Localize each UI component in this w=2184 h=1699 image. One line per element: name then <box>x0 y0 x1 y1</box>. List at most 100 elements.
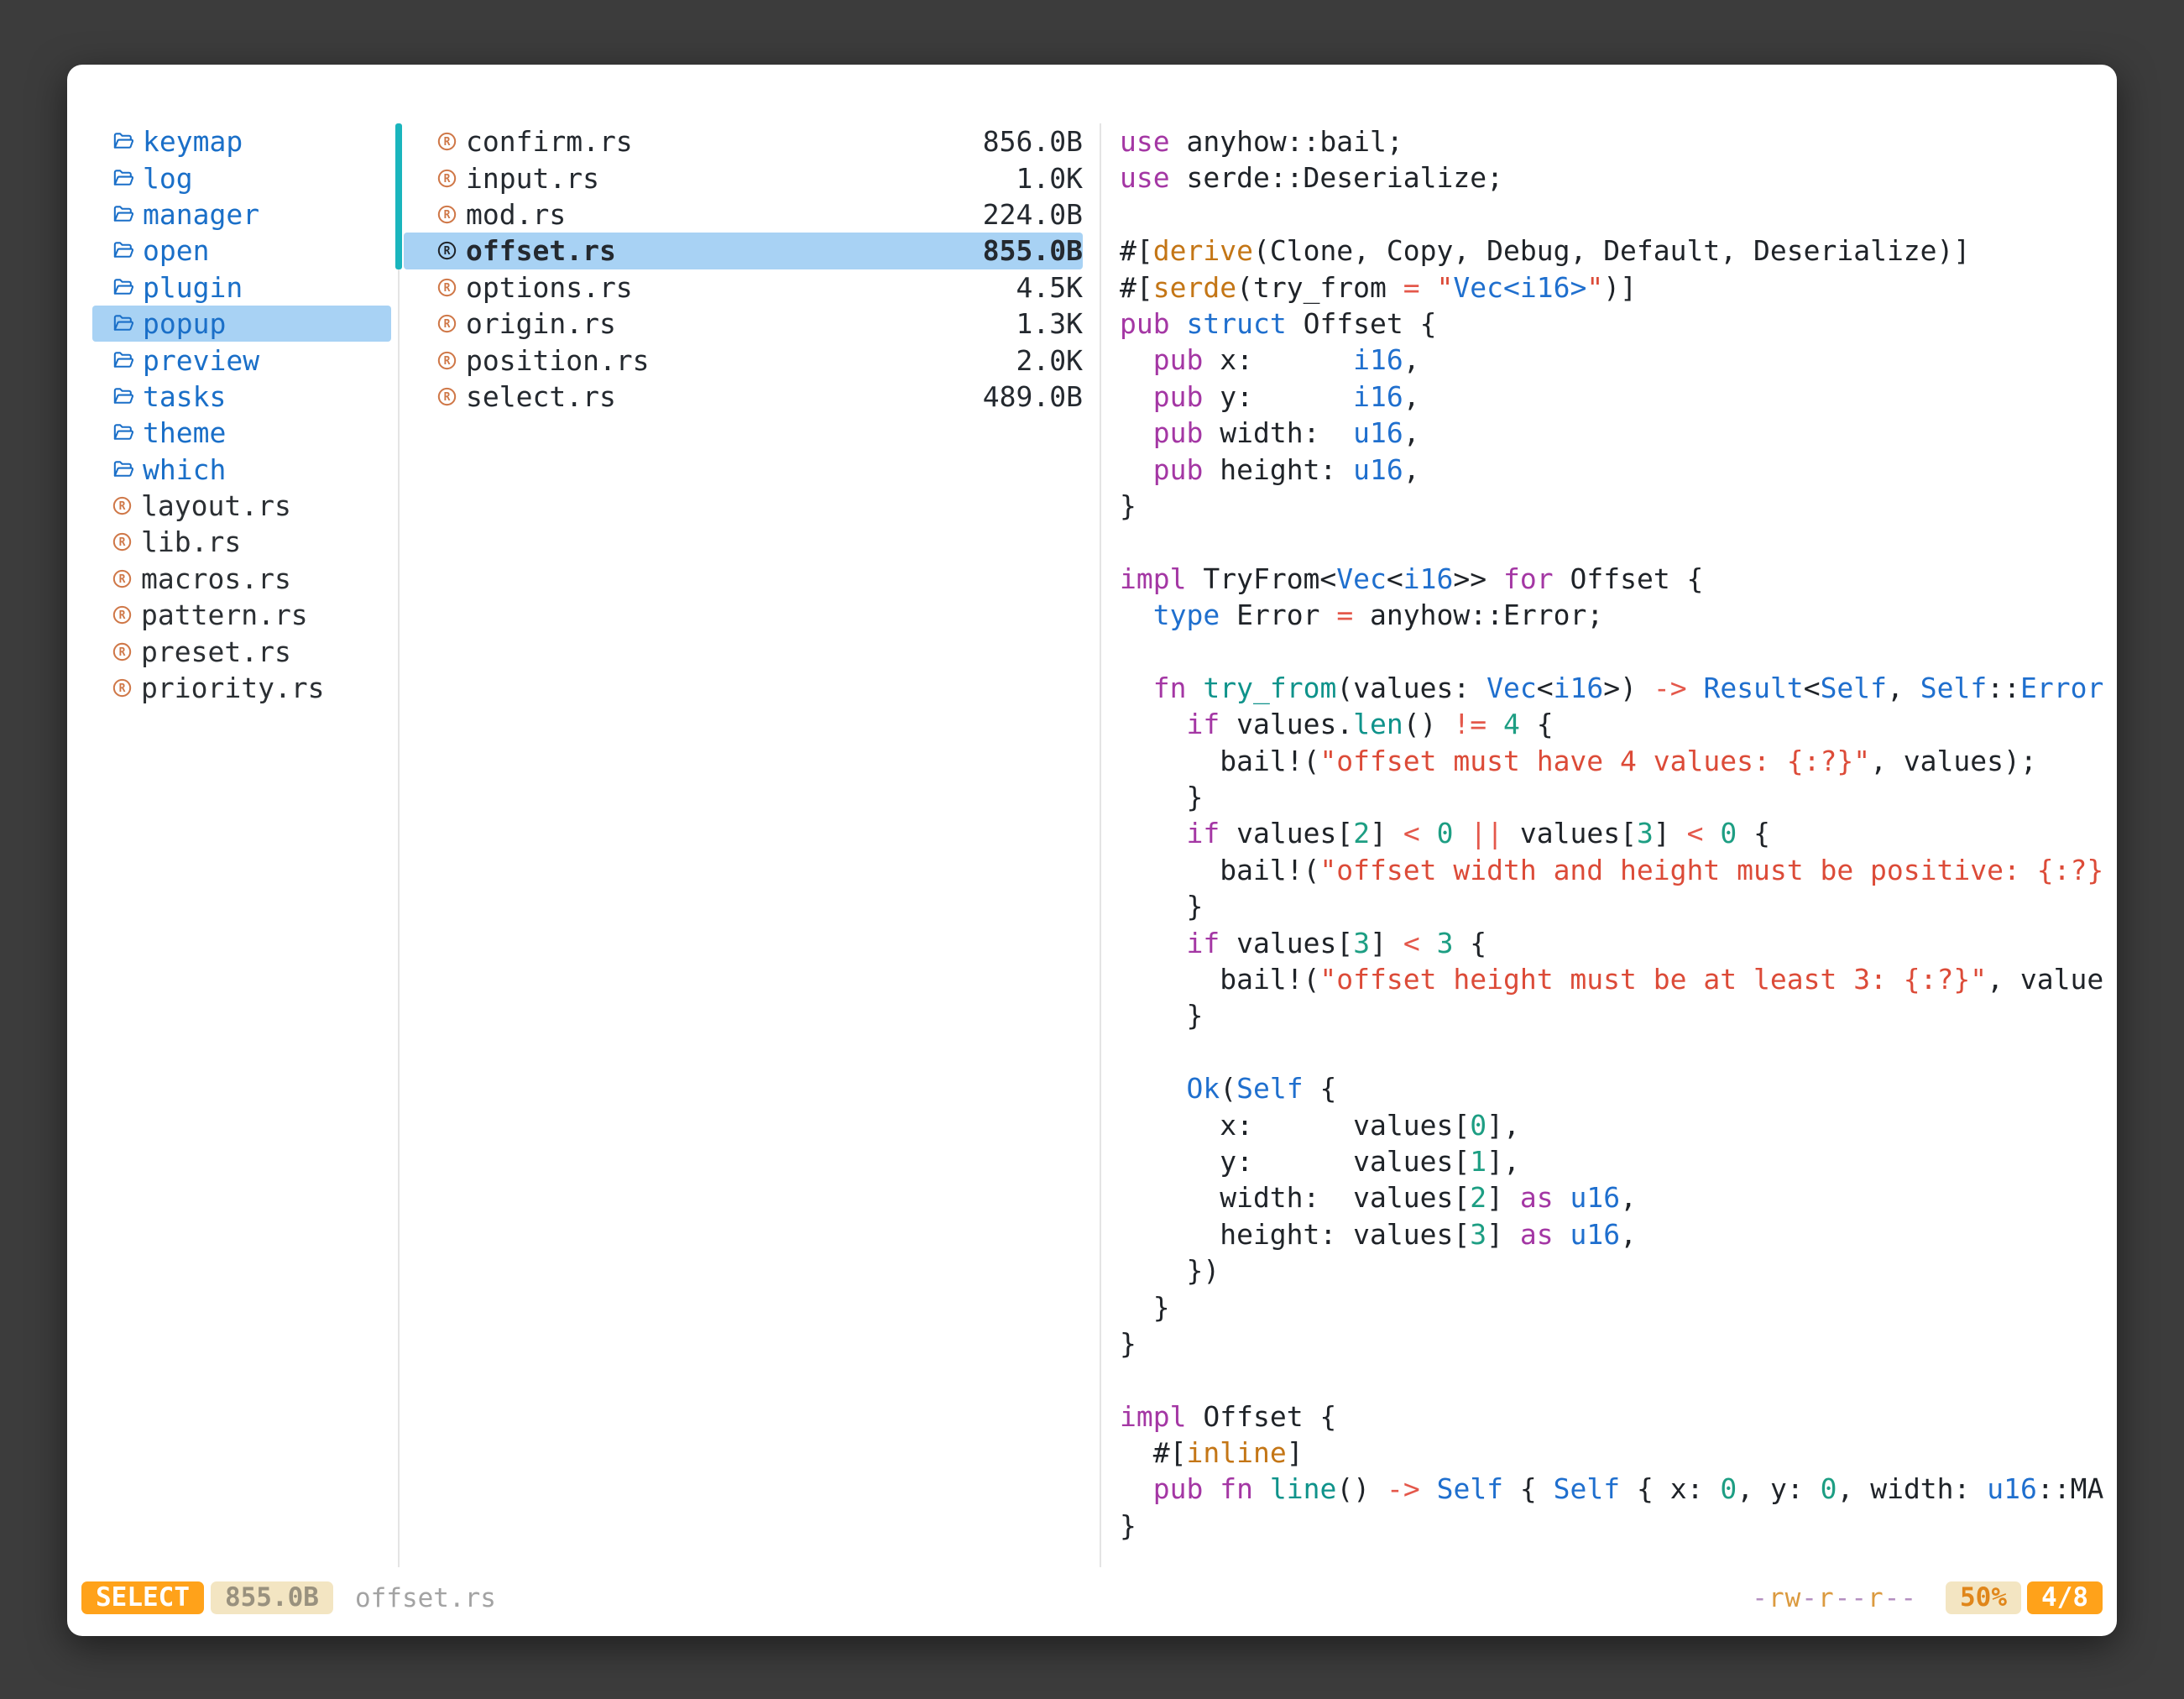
folder-icon <box>111 348 135 373</box>
file-row-confirm-rs[interactable]: Rconfirm.rs856.0B <box>404 123 1083 159</box>
rust-file-icon: R <box>436 385 458 408</box>
code-line: bail!("offset must have 4 values: {:?}",… <box>1100 743 2117 779</box>
sidebar-item-keymap[interactable]: keymap <box>92 123 391 159</box>
svg-text:R: R <box>119 537 126 550</box>
svg-text:R: R <box>444 136 451 149</box>
svg-text:R: R <box>444 355 451 368</box>
current-directory-pane: Rconfirm.rs856.0BRinput.rs1.0KRmod.rs224… <box>398 123 1100 415</box>
folder-icon <box>111 238 135 263</box>
item-label: log <box>143 162 193 195</box>
code-line <box>1100 633 2117 669</box>
rust-file-icon: R <box>111 677 133 699</box>
code-line: } <box>1100 1289 2117 1325</box>
sidebar-item-log[interactable]: log <box>92 159 391 196</box>
code-line: x: values[0], <box>1100 1107 2117 1143</box>
rust-file-icon: R <box>111 531 133 553</box>
rust-file-icon: R <box>111 604 133 626</box>
file-row-input-rs[interactable]: Rinput.rs 1.0K <box>404 159 1083 196</box>
file-name: select.rs <box>466 380 616 413</box>
file-name: origin.rs <box>466 307 616 340</box>
folder-icon <box>111 384 135 409</box>
code-line: #[derive(Clone, Copy, Debug, Default, De… <box>1100 233 2117 269</box>
code-line: }) <box>1100 1252 2117 1289</box>
code-line: Ok(Self { <box>1100 1070 2117 1106</box>
folder-icon <box>111 166 135 191</box>
item-label: pattern.rs <box>141 599 308 631</box>
folder-icon <box>111 457 135 482</box>
item-label: open <box>143 234 209 267</box>
scroll-percent-badge: 50% <box>1946 1581 2021 1614</box>
parent-directory-pane: keymap logmanageropen pluginpopuppreviewta… <box>67 123 398 706</box>
code-line: } <box>1100 997 2117 1033</box>
folder-icon <box>111 202 135 227</box>
item-label: preset.rs <box>141 635 291 668</box>
svg-text:R: R <box>444 282 451 295</box>
code-line: bail!("offset width and height must be p… <box>1100 852 2117 888</box>
rust-file-icon: R <box>111 494 133 517</box>
code-line <box>1100 196 2117 233</box>
rust-file-icon: R <box>436 276 458 299</box>
svg-text:R: R <box>119 609 126 622</box>
code-line: } <box>1100 1508 2117 1544</box>
sidebar-item-tasks[interactable]: tasks <box>92 379 391 415</box>
file-row-mod-rs[interactable]: Rmod.rs 224.0B <box>404 196 1083 233</box>
code-line: } <box>1100 1325 2117 1362</box>
sidebar-item-layout-rs[interactable]: Rlayout.rs <box>92 488 391 524</box>
code-line: pub struct Offset { <box>1100 306 2117 342</box>
sidebar-item-popup[interactable]: popup <box>92 306 391 342</box>
code-line: if values.len() != 4 { <box>1100 706 2117 742</box>
file-size: 224.0B <box>983 198 1083 231</box>
file-row-offset-rs[interactable]: Roffset.rs855.0B <box>404 233 1083 269</box>
file-name: options.rs <box>466 271 633 304</box>
sidebar-item-plugin[interactable]: plugin <box>92 269 391 306</box>
file-size: 856.0B <box>983 125 1083 158</box>
sidebar-item-pattern-rs[interactable]: Rpattern.rs <box>92 597 391 633</box>
sidebar-item-lib-rs[interactable]: Rlib.rs <box>92 524 391 560</box>
file-manager-window: keymap logmanageropen pluginpopuppreviewta… <box>67 65 2117 1636</box>
svg-text:R: R <box>444 391 451 404</box>
code-line: y: values[1], <box>1100 1143 2117 1179</box>
file-row-options-rs[interactable]: Roptions.rs4.5K <box>404 269 1083 306</box>
svg-text:R: R <box>444 173 451 186</box>
item-label: macros.rs <box>141 562 291 595</box>
sidebar-item-open[interactable]: open <box>92 233 391 269</box>
file-row-select-rs[interactable]: Rselect.rs 489.0B <box>404 379 1083 415</box>
file-row-position-rs[interactable]: Rposition.rs2.0K <box>404 342 1083 378</box>
code-line: width: values[2] as u16, <box>1100 1179 2117 1215</box>
sidebar-item-preset-rs[interactable]: Rpreset.rs <box>92 633 391 669</box>
code-line: use serde::Deserialize; <box>1100 159 2117 196</box>
item-label: layout.rs <box>141 489 291 522</box>
file-row-origin-rs[interactable]: Rorigin.rs1.3K <box>404 306 1083 342</box>
file-name: mod.rs <box>466 198 566 231</box>
sidebar-item-preview[interactable]: preview <box>92 342 391 378</box>
item-label: which <box>143 453 226 486</box>
code-line: } <box>1100 888 2117 924</box>
item-label: theme <box>143 416 226 449</box>
file-permissions: -rw-r--r-- <box>1752 1583 1917 1613</box>
item-label: plugin <box>143 271 243 304</box>
sidebar-item-theme[interactable]: theme <box>92 415 391 451</box>
rust-file-icon: R <box>111 567 133 590</box>
item-label: keymap <box>143 125 243 158</box>
rust-file-icon: R <box>436 203 458 226</box>
code-line: fn try_from(values: Vec<i16>) -> Result<… <box>1100 670 2117 706</box>
file-size: 489.0B <box>983 380 1083 413</box>
folder-icon <box>111 421 135 445</box>
file-name: input.rs <box>466 162 599 195</box>
rust-file-icon: R <box>436 349 458 372</box>
code-line: #[serde(try_from = "Vec<i16>")] <box>1100 269 2117 306</box>
code-line: bail!("offset height must be at least 3:… <box>1100 961 2117 997</box>
sidebar-item-priority-rs[interactable]: Rpriority.rs <box>92 670 391 706</box>
sidebar-item-manager[interactable]: manager <box>92 196 391 233</box>
status-left: SELECT 855.0B offset.rs <box>81 1581 496 1614</box>
file-size: 1.0K <box>1016 162 1083 195</box>
sidebar-item-macros-rs[interactable]: Rmacros.rs <box>92 561 391 597</box>
svg-text:R: R <box>444 318 451 331</box>
code-line: pub x: i16, <box>1100 342 2117 378</box>
svg-text:R: R <box>119 682 126 695</box>
item-label: tasks <box>143 380 226 413</box>
code-line: } <box>1100 779 2117 815</box>
sidebar-item-which[interactable]: which <box>92 452 391 488</box>
code-line: impl Offset { <box>1100 1398 2117 1435</box>
code-line: type Error = anyhow::Error; <box>1100 597 2117 633</box>
